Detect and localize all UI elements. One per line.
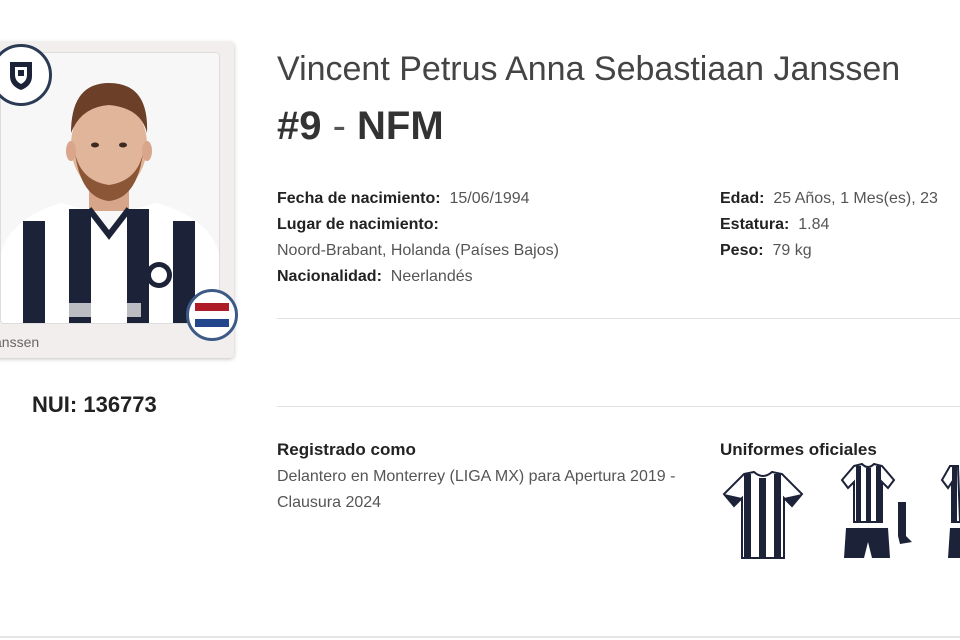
full-kit-icon[interactable] (836, 462, 916, 564)
uniforms-title: Uniformes oficiales (720, 440, 877, 459)
card-caption: anssen (0, 334, 40, 350)
birth-date-row: Fecha de nacimiento: 15/06/1994 (277, 190, 530, 208)
height-label: Estatura: (720, 216, 790, 233)
weight-value: 79 kg (772, 242, 812, 259)
player-number: #9 (277, 104, 322, 148)
player-short-name: NFM (357, 104, 444, 148)
player-full-name: Vincent Petrus Anna Sebastiaan Janssen (277, 50, 901, 88)
away-kit-icon[interactable] (940, 462, 960, 564)
number-separator: - (321, 104, 358, 148)
registration-text: Delantero en Monterrey (LIGA MX) para Ap… (277, 468, 676, 511)
age-value: 25 Años, 1 Mes(es), 23 (773, 190, 938, 207)
nationality-row: Nacionalidad: Neerlandés (277, 268, 473, 286)
height-row: Estatura: 1.84 (720, 216, 829, 234)
weight-label: Peso: (720, 242, 764, 259)
divider-top (277, 318, 960, 319)
birth-place-value: Noord-Brabant, Holanda (Países Bajos) (277, 242, 559, 259)
age-label: Edad: (720, 190, 765, 207)
player-number-line: #9 - NFM (277, 104, 444, 149)
page-bottom-border (0, 636, 960, 638)
nui-id: NUI: 136773 (32, 392, 157, 418)
birth-date-value: 15/06/1994 (449, 190, 530, 207)
home-jersey-icon[interactable] (722, 470, 804, 560)
registration-title: Registrado como (277, 440, 416, 459)
nui-value: 136773 (83, 392, 157, 417)
birth-date-label: Fecha de nacimiento: (277, 190, 441, 207)
nui-label: NUI: (32, 392, 78, 417)
nationality-flag-icon (186, 289, 238, 341)
weight-row: Peso: 79 kg (720, 242, 812, 260)
nationality-label: Nacionalidad: (277, 268, 382, 285)
birth-place-label: Lugar de nacimiento: (277, 216, 439, 233)
birth-place-row: Lugar de nacimiento: (277, 216, 439, 234)
nationality-value: Neerlandés (390, 268, 473, 285)
height-value: 1.84 (798, 216, 830, 233)
divider-bottom (277, 406, 960, 407)
age-row: Edad: 25 Años, 1 Mes(es), 23 (720, 190, 938, 208)
